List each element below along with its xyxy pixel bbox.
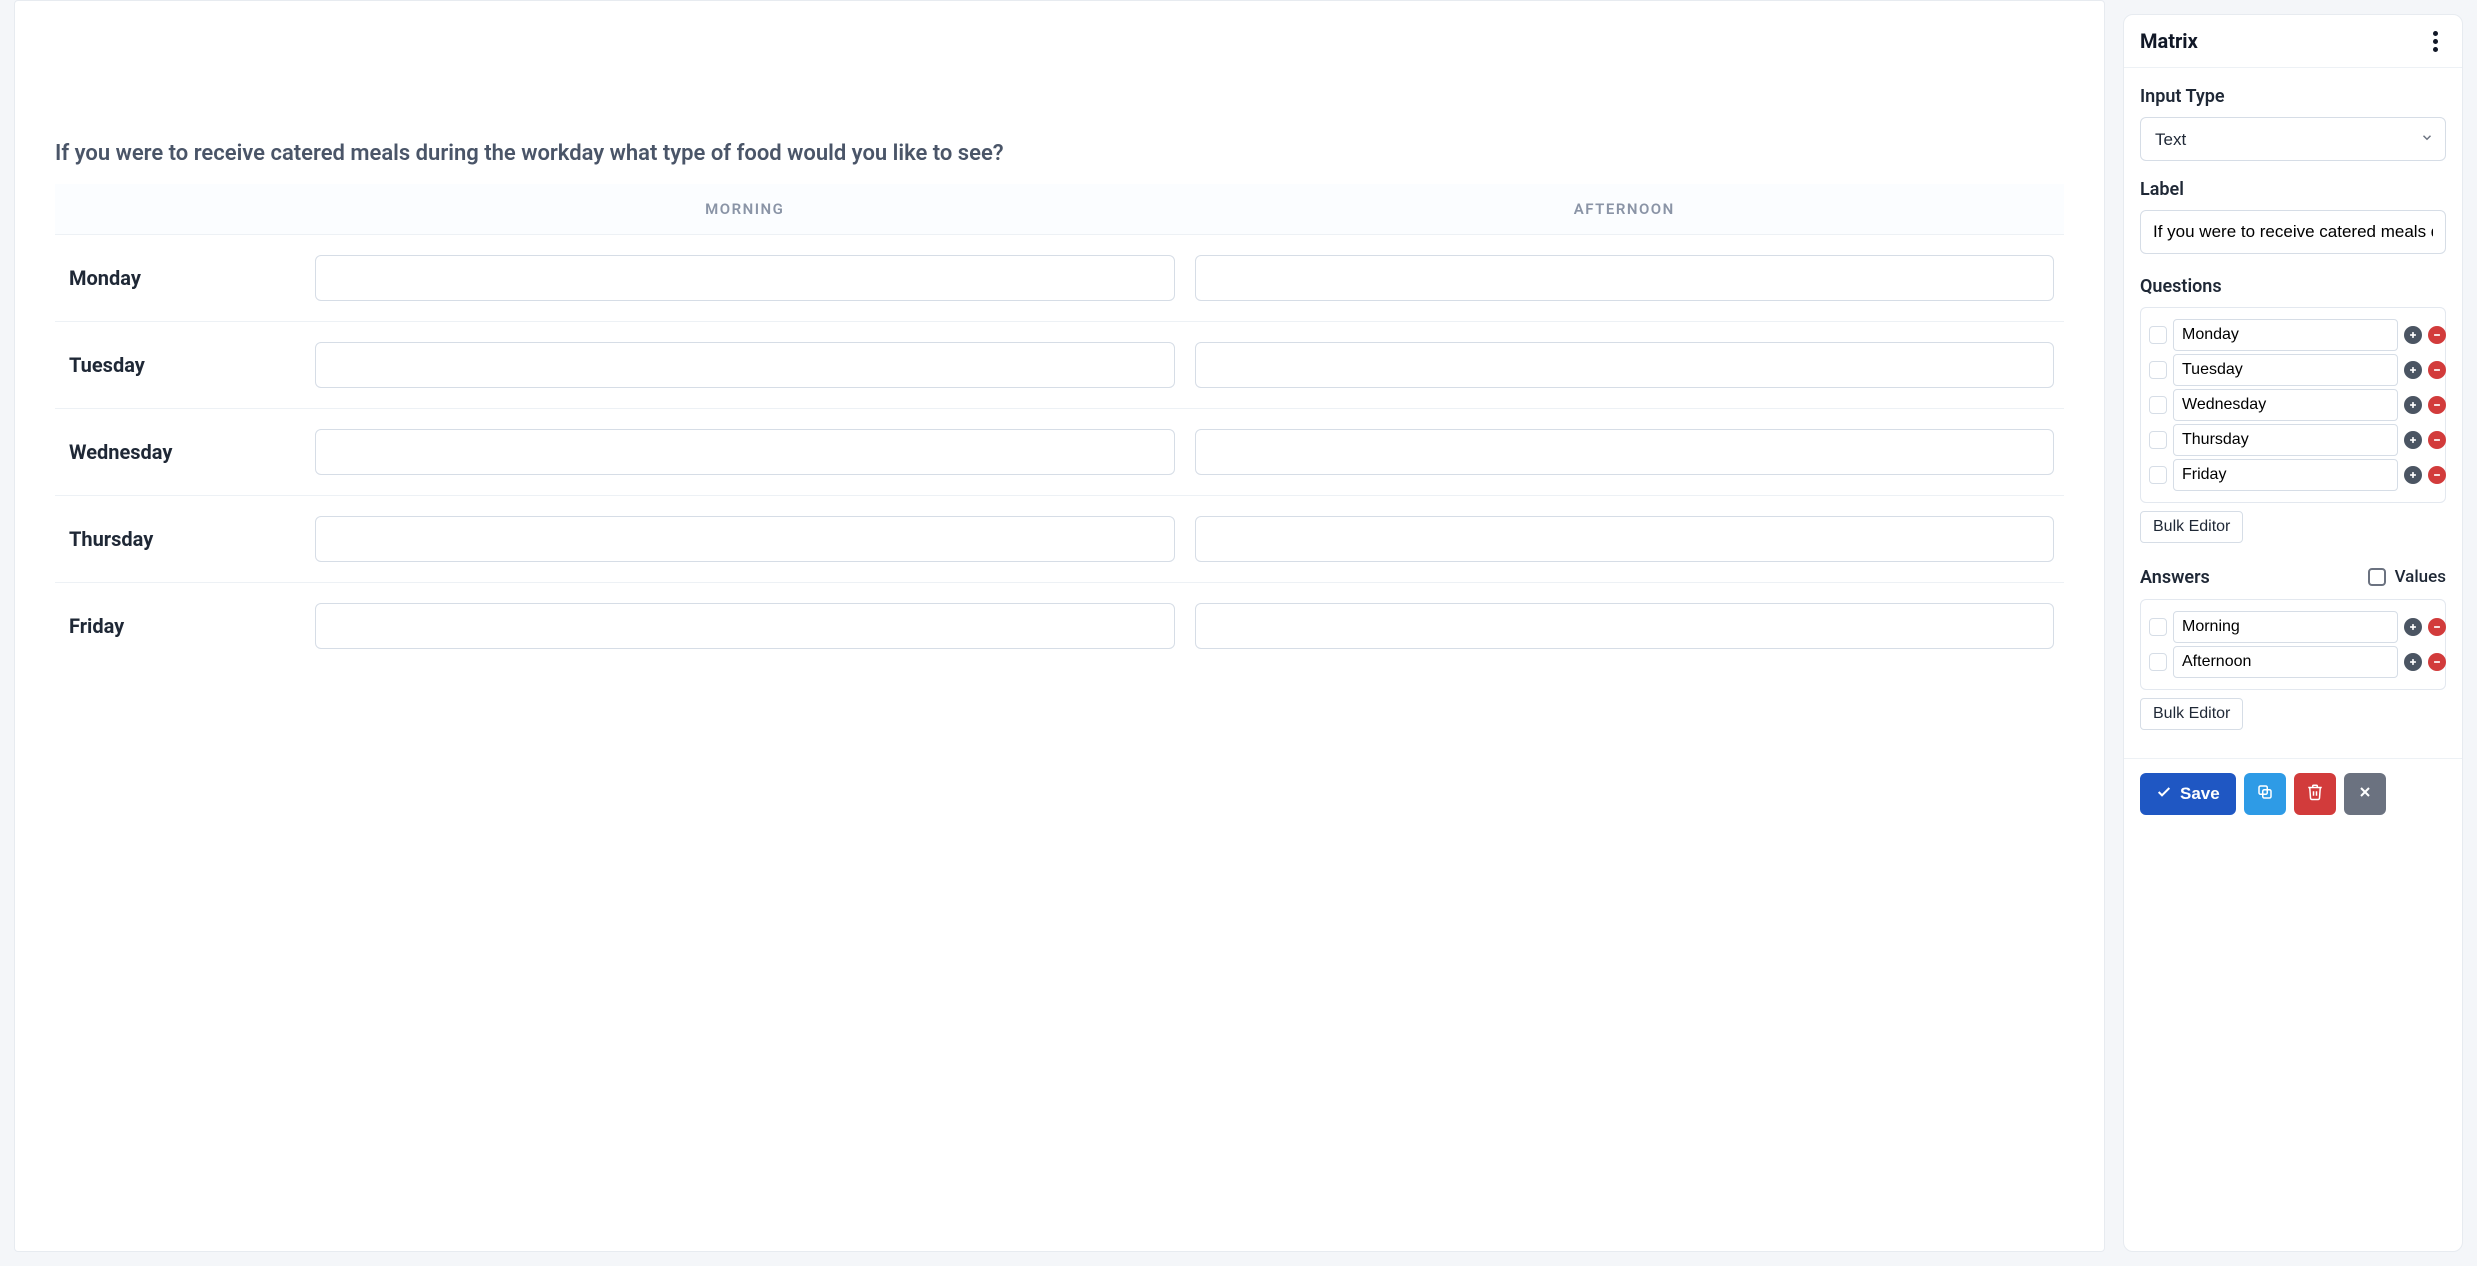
drag-handle[interactable] bbox=[2149, 431, 2167, 449]
drag-handle[interactable] bbox=[2149, 466, 2167, 484]
add-row-button[interactable] bbox=[2404, 361, 2422, 379]
remove-row-button[interactable] bbox=[2428, 396, 2446, 414]
matrix-cell-input[interactable] bbox=[1195, 429, 2055, 475]
duplicate-button[interactable] bbox=[2244, 773, 2286, 815]
remove-row-button[interactable] bbox=[2428, 431, 2446, 449]
answer-item-input[interactable] bbox=[2173, 611, 2398, 643]
answers-list bbox=[2140, 599, 2446, 690]
save-button[interactable]: Save bbox=[2140, 773, 2236, 815]
question-item-input[interactable] bbox=[2173, 424, 2398, 456]
panel-title: Matrix bbox=[2140, 29, 2198, 53]
remove-row-button[interactable] bbox=[2428, 361, 2446, 379]
list-item bbox=[2149, 459, 2437, 491]
question-label: If you were to receive catered meals dur… bbox=[55, 141, 2064, 166]
matrix-col-header: Afternoon bbox=[1185, 184, 2065, 235]
copy-icon bbox=[2256, 783, 2274, 806]
values-label-text: Values bbox=[2395, 567, 2446, 587]
drag-handle[interactable] bbox=[2149, 396, 2167, 414]
questions-list bbox=[2140, 307, 2446, 503]
list-item bbox=[2149, 354, 2437, 386]
question-item-input[interactable] bbox=[2173, 389, 2398, 421]
matrix-cell-input[interactable] bbox=[315, 342, 1175, 388]
question-item-input[interactable] bbox=[2173, 459, 2398, 491]
matrix-row-header: Friday bbox=[55, 583, 305, 670]
remove-row-button[interactable] bbox=[2428, 466, 2446, 484]
bulk-editor-questions-button[interactable]: Bulk Editor bbox=[2140, 511, 2243, 543]
matrix-row-header: Wednesday bbox=[55, 409, 305, 496]
list-item bbox=[2149, 424, 2437, 456]
add-row-button[interactable] bbox=[2404, 653, 2422, 671]
drag-handle[interactable] bbox=[2149, 326, 2167, 344]
matrix-cell-input[interactable] bbox=[315, 255, 1175, 301]
drag-handle[interactable] bbox=[2149, 618, 2167, 636]
question-item-input[interactable] bbox=[2173, 354, 2398, 386]
add-row-button[interactable] bbox=[2404, 431, 2422, 449]
answer-item-input[interactable] bbox=[2173, 646, 2398, 678]
trash-icon bbox=[2306, 783, 2324, 806]
remove-row-button[interactable] bbox=[2428, 653, 2446, 671]
settings-panel: Matrix Input Type Text Label Questions B… bbox=[2123, 14, 2463, 1252]
values-toggle[interactable]: Values bbox=[2364, 565, 2446, 589]
add-row-button[interactable] bbox=[2404, 396, 2422, 414]
delete-button[interactable] bbox=[2294, 773, 2336, 815]
list-item bbox=[2149, 319, 2437, 351]
list-item bbox=[2149, 611, 2437, 643]
matrix-row-header: Tuesday bbox=[55, 322, 305, 409]
matrix-cell-input[interactable] bbox=[315, 603, 1175, 649]
close-icon bbox=[2357, 784, 2373, 805]
label-input[interactable] bbox=[2140, 210, 2446, 254]
question-item-input[interactable] bbox=[2173, 319, 2398, 351]
drag-handle[interactable] bbox=[2149, 653, 2167, 671]
matrix-row-header: Monday bbox=[55, 235, 305, 322]
add-row-button[interactable] bbox=[2404, 326, 2422, 344]
matrix-col-header: Morning bbox=[305, 184, 1185, 235]
matrix-cell-input[interactable] bbox=[1195, 255, 2055, 301]
matrix-cell-input[interactable] bbox=[1195, 516, 2055, 562]
matrix-row-header: Thursday bbox=[55, 496, 305, 583]
list-item bbox=[2149, 646, 2437, 678]
remove-row-button[interactable] bbox=[2428, 618, 2446, 636]
label-field-label: Label bbox=[2140, 179, 2446, 200]
remove-row-button[interactable] bbox=[2428, 326, 2446, 344]
matrix-table: Morning Afternoon MondayTuesdayWednesday… bbox=[55, 184, 2064, 669]
matrix-cell-input[interactable] bbox=[1195, 603, 2055, 649]
panel-footer: Save bbox=[2124, 758, 2462, 831]
matrix-cell-input[interactable] bbox=[1195, 342, 2055, 388]
bulk-editor-answers-button[interactable]: Bulk Editor bbox=[2140, 698, 2243, 730]
close-button[interactable] bbox=[2344, 773, 2386, 815]
input-type-select[interactable]: Text bbox=[2140, 117, 2446, 161]
more-menu-button[interactable] bbox=[2424, 30, 2446, 52]
matrix-cell-input[interactable] bbox=[315, 429, 1175, 475]
add-row-button[interactable] bbox=[2404, 466, 2422, 484]
input-type-label: Input Type bbox=[2140, 86, 2446, 107]
matrix-cell-input[interactable] bbox=[315, 516, 1175, 562]
save-button-label: Save bbox=[2180, 784, 2220, 804]
list-item bbox=[2149, 389, 2437, 421]
answers-label-text: Answers bbox=[2140, 567, 2210, 588]
form-canvas: If you were to receive catered meals dur… bbox=[14, 0, 2105, 1252]
check-icon bbox=[2156, 784, 2172, 805]
questions-label: Questions bbox=[2140, 276, 2446, 297]
answers-label: Answers Values bbox=[2140, 565, 2446, 589]
values-checkbox[interactable] bbox=[2368, 568, 2386, 586]
matrix-corner bbox=[55, 184, 305, 235]
drag-handle[interactable] bbox=[2149, 361, 2167, 379]
add-row-button[interactable] bbox=[2404, 618, 2422, 636]
panel-header: Matrix bbox=[2124, 15, 2462, 68]
